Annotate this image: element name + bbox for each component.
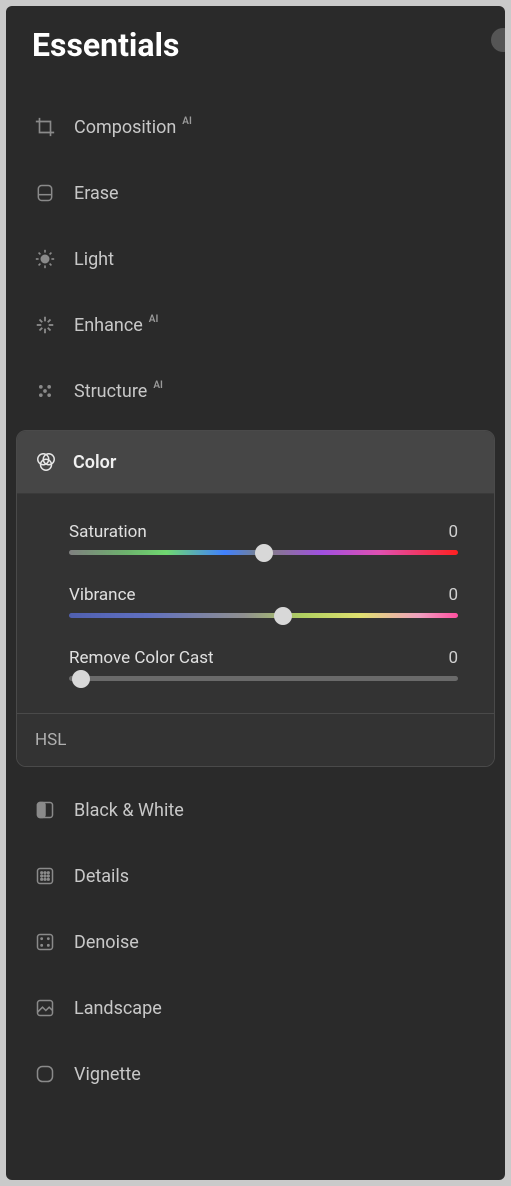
tool-denoise[interactable]: Denoise (16, 909, 495, 975)
tool-vignette[interactable]: Vignette (16, 1041, 495, 1107)
denoise-icon (34, 931, 56, 953)
hsl-section[interactable]: HSL (17, 713, 494, 766)
tool-label: Details (74, 866, 129, 887)
color-panel-title: Color (73, 452, 116, 473)
tool-enhance[interactable]: Enhance AI (16, 292, 495, 358)
tool-label: Structure (74, 381, 147, 402)
vibrance-label: Vibrance (69, 585, 135, 605)
crop-icon (34, 116, 56, 138)
landscape-icon (34, 997, 56, 1019)
tool-erase[interactable]: Erase (16, 160, 495, 226)
saturation-value: 0 (448, 522, 458, 542)
vibrance-slider-group: Vibrance 0 (69, 585, 458, 618)
hsl-label: HSL (35, 730, 66, 750)
saturation-slider-group: Saturation 0 (69, 522, 458, 555)
tool-details[interactable]: Details (16, 843, 495, 909)
vibrance-slider[interactable] (69, 613, 458, 618)
remove-color-cast-value: 0 (448, 648, 458, 668)
remove-color-cast-thumb[interactable] (72, 670, 90, 688)
color-panel-header[interactable]: Color (17, 431, 494, 494)
tool-label: Composition (74, 117, 176, 138)
ai-badge: AI (182, 116, 192, 127)
tool-structure[interactable]: Structure AI (16, 358, 495, 424)
saturation-slider[interactable] (69, 550, 458, 555)
tool-light[interactable]: Light (16, 226, 495, 292)
tool-label: Landscape (74, 998, 162, 1019)
remove-color-cast-label: Remove Color Cast (69, 648, 214, 668)
erase-icon (34, 182, 56, 204)
color-panel-expanded: Color Saturation 0 Vibrance 0 (16, 430, 495, 767)
remove-color-cast-slider-group: Remove Color Cast 0 (69, 648, 458, 681)
color-panel-body: Saturation 0 Vibrance 0 Remove Color (17, 494, 494, 713)
black-white-icon (34, 799, 56, 821)
saturation-label: Saturation (69, 522, 147, 542)
tool-label: Vignette (74, 1064, 141, 1085)
color-icon (35, 451, 57, 473)
ai-badge: AI (153, 380, 163, 391)
tool-label: Erase (74, 183, 119, 204)
saturation-thumb[interactable] (255, 544, 273, 562)
ai-badge: AI (149, 314, 159, 325)
details-icon (34, 865, 56, 887)
panel-title: Essentials (16, 26, 495, 64)
vibrance-thumb[interactable] (274, 607, 292, 625)
enhance-icon (34, 314, 56, 336)
tool-label: Enhance (74, 315, 143, 336)
tool-label: Light (74, 249, 114, 270)
tool-composition[interactable]: Composition AI (16, 94, 495, 160)
tool-label: Black & White (74, 800, 184, 821)
remove-color-cast-slider[interactable] (69, 676, 458, 681)
tool-black-white[interactable]: Black & White (16, 777, 495, 843)
tool-label: Denoise (74, 932, 139, 953)
essentials-panel: Essentials Composition AI Erase (6, 6, 505, 1180)
tool-landscape[interactable]: Landscape (16, 975, 495, 1041)
structure-icon (34, 380, 56, 402)
vignette-icon (34, 1063, 56, 1085)
light-icon (34, 248, 56, 270)
vibrance-value: 0 (448, 585, 458, 605)
